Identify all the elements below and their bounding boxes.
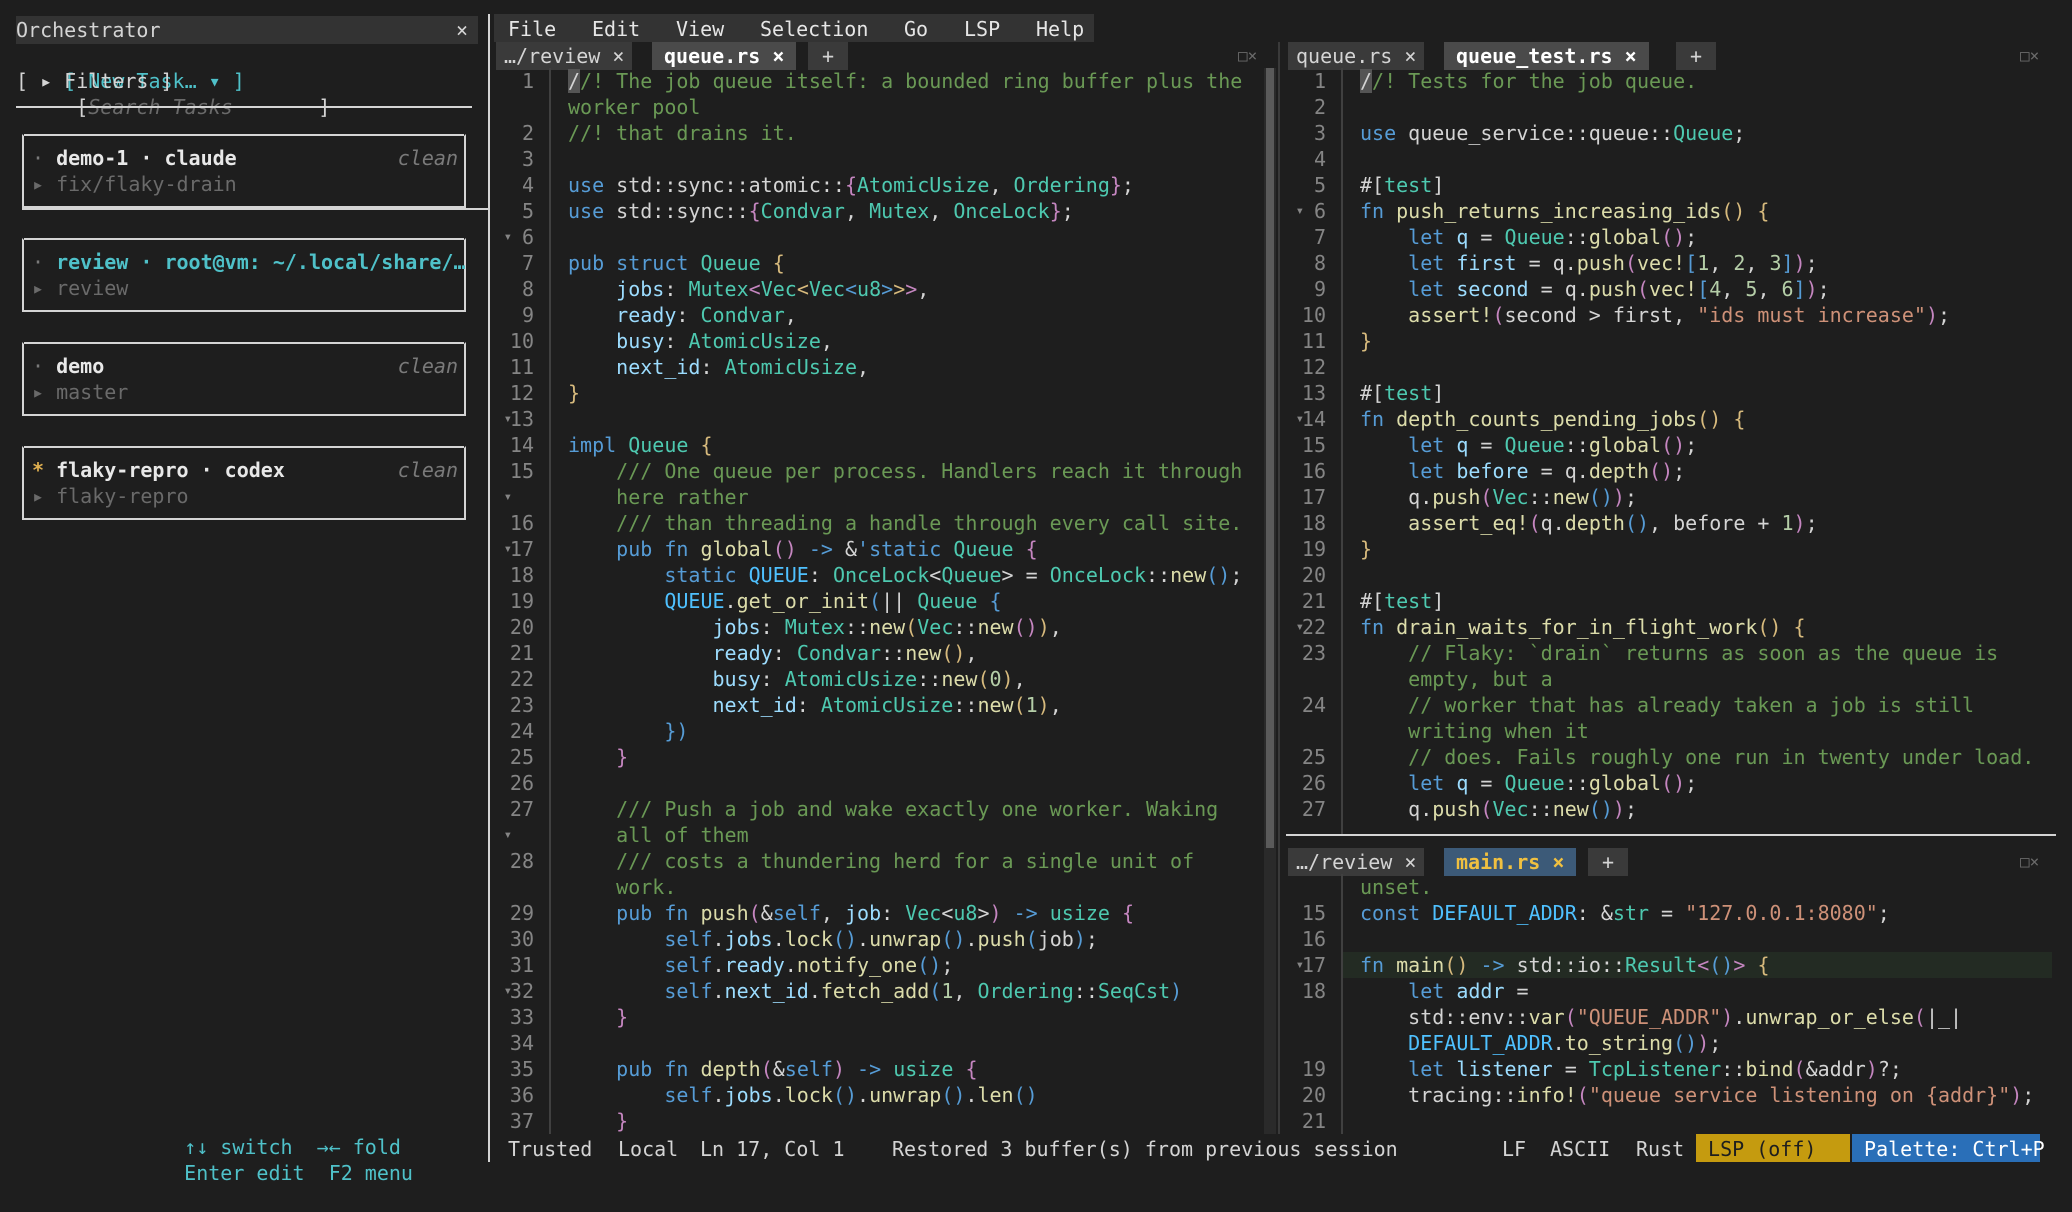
- new-tab-button[interactable]: +: [1676, 42, 1717, 70]
- menu-go[interactable]: Go: [904, 14, 928, 44]
- task-branch: ▸ flaky-repro: [32, 484, 189, 508]
- new-tab-button[interactable]: +: [808, 42, 849, 70]
- task-marker: ·: [32, 146, 45, 170]
- status-lsp-indicator[interactable]: LSP (off): [1696, 1134, 1850, 1162]
- sidebar-title-bar: Orchestrator ×: [16, 16, 478, 44]
- fold-markers[interactable]: ▾ ▾ ▾ ▾ ▾ ▾: [496, 68, 512, 1004]
- task-name: demo: [56, 354, 105, 378]
- pane-window-controls[interactable]: □×: [2020, 848, 2039, 876]
- hint-edit: Enter edit: [184, 1161, 305, 1185]
- task-marker: *: [32, 458, 45, 482]
- filters-button[interactable]: [ ▸ Filters ]: [16, 68, 173, 94]
- status-encoding[interactable]: ASCII: [1550, 1134, 1610, 1164]
- sidebar-split-divider[interactable]: [488, 14, 490, 1162]
- status-local[interactable]: Local: [618, 1134, 678, 1164]
- menu-lsp[interactable]: LSP: [964, 14, 1000, 44]
- status-bar: Trusted Local Ln 17, Col 1 Restored 3 bu…: [494, 1134, 2072, 1162]
- tab-queue-rs[interactable]: queue.rs ×: [652, 42, 797, 70]
- hint-menu: F2 menu: [328, 1161, 413, 1185]
- menu-selection[interactable]: Selection: [760, 14, 868, 44]
- task-status-badge: clean: [397, 458, 458, 482]
- right-bottom-tabbar: …/review × main.rs × + □×: [1286, 848, 2046, 876]
- left-scrollbar[interactable]: [1264, 68, 1276, 1134]
- task-name: flaky-repro · codex: [56, 458, 285, 482]
- code-text: unset. const DEFAULT_ADDR: &str = "127.0…: [1360, 875, 2035, 1107]
- menu-bar: File Edit View Selection Go LSP Help: [494, 14, 1094, 42]
- status-palette-hint[interactable]: Palette: Ctrl+P: [1852, 1134, 2045, 1162]
- tab-review[interactable]: …/review ×: [496, 42, 633, 70]
- pane-window-controls[interactable]: □×: [2020, 42, 2039, 70]
- fold-markers[interactable]: ▾ ▾ ▾: [1288, 68, 1304, 640]
- task-card-flaky-repro[interactable]: * flaky-repro · codex clean ▸ flaky-repr…: [22, 446, 466, 520]
- sidebar-close-icon[interactable]: ×: [456, 16, 468, 44]
- left-code-editor[interactable]: 1 2 3 4 5 6 7 8 9 10 11 12 13 14 15 16 1…: [494, 68, 1264, 1134]
- code-text: //! Tests for the job queue. use queue_s…: [1360, 69, 2035, 821]
- pane-window-controls[interactable]: □×: [1238, 42, 1257, 70]
- task-card-review[interactable]: · review · root@vm: ~/.local/share/… ▸ r…: [22, 238, 466, 312]
- task-branch: ▸ review: [32, 276, 129, 300]
- menu-file[interactable]: File: [508, 14, 556, 44]
- task-status-badge: clean: [397, 146, 458, 170]
- code-text: //! The job queue itself: a bounded ring…: [568, 69, 1243, 1133]
- task-name: demo-1 · claude: [56, 146, 237, 170]
- menu-view[interactable]: View: [676, 14, 724, 44]
- status-cursor-position[interactable]: Ln 17, Col 1: [700, 1134, 845, 1164]
- task-status-badge: clean: [397, 354, 458, 378]
- tab-queue-test-rs[interactable]: queue_test.rs ×: [1444, 42, 1649, 70]
- status-message: Restored 3 buffer(s) from previous sessi…: [892, 1137, 1398, 1161]
- orchestrator-sidebar: Orchestrator × [ New Task… ▾ ] [Search T…: [0, 0, 490, 1185]
- hint-edit-menu: Enter edit F2 menu: [136, 1134, 413, 1212]
- fold-markers[interactable]: ▾: [1288, 874, 1304, 978]
- tab-main-rs[interactable]: main.rs ×: [1444, 848, 1577, 876]
- new-tab-button[interactable]: +: [1588, 848, 1629, 876]
- status-trusted[interactable]: Trusted: [508, 1134, 592, 1164]
- task-marker: ·: [32, 354, 45, 378]
- task-card-demo-1[interactable]: · demo-1 · claude clean ▸ fix/flaky-drai…: [22, 134, 466, 208]
- sidebar-divider: [16, 106, 472, 108]
- status-line-ending[interactable]: LF: [1502, 1134, 1526, 1164]
- new-task-row: [ New Task… ▾ ] [Search Tasks]: [16, 42, 330, 146]
- editor-split-divider[interactable]: [1278, 42, 1280, 1134]
- sidebar-title: Orchestrator: [16, 18, 161, 42]
- task-branch: ▸ fix/flaky-drain: [32, 172, 237, 196]
- right-top-code-editor[interactable]: 1 2 3 4 5 6 7 8 9 10 11 12 13 14 15 16 1…: [1286, 68, 2056, 836]
- left-pane-tabbar: …/review × queue.rs × + □×: [494, 42, 1264, 70]
- tab-review[interactable]: …/review ×: [1288, 848, 1425, 876]
- task-branch: ▸ master: [32, 380, 129, 404]
- active-task-underline: [22, 208, 490, 210]
- right-bottom-code-editor[interactable]: 15 16 17 18 19 20 21 ▾ unset. const DEFA…: [1286, 874, 2056, 1134]
- menu-edit[interactable]: Edit: [592, 14, 640, 44]
- task-card-demo[interactable]: · demo clean ▸ master: [22, 342, 466, 416]
- menu-help[interactable]: Help: [1036, 14, 1084, 44]
- task-marker: ·: [32, 250, 45, 274]
- tab-queue-rs-secondary[interactable]: queue.rs ×: [1288, 42, 1425, 70]
- task-name: review · root@vm: ~/.local/share/…: [56, 250, 466, 274]
- right-top-tabbar: queue.rs × queue_test.rs × + □×: [1286, 42, 2046, 70]
- status-language[interactable]: Rust: [1636, 1134, 1684, 1164]
- right-split-divider[interactable]: [1286, 834, 2056, 836]
